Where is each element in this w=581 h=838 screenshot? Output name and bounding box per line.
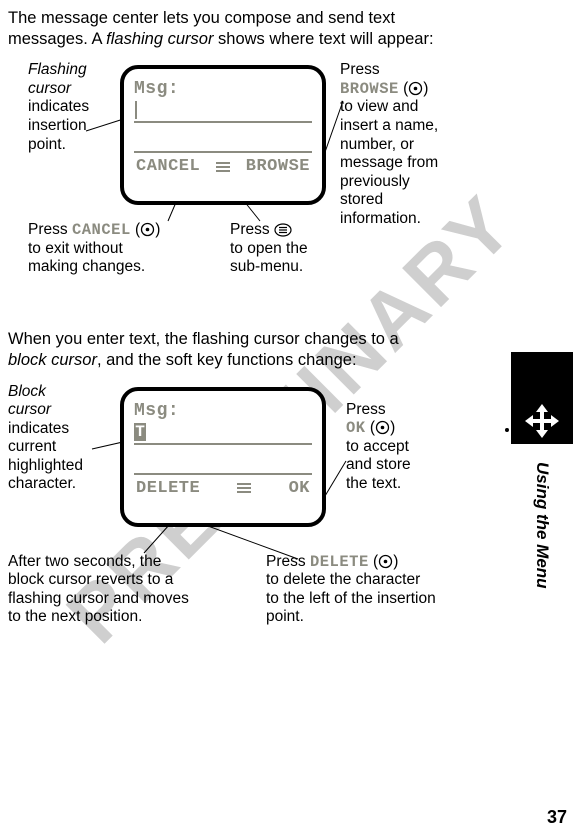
t: After two seconds, the <box>8 553 161 570</box>
callout-flashing-cursor: Flashing cursor indicates insertion poin… <box>28 61 118 154</box>
target-key-icon <box>378 554 393 569</box>
menu-icon[interactable] <box>237 483 251 493</box>
block-cursor-term: block cursor <box>8 351 97 369</box>
t: message from <box>340 154 438 171</box>
t: to the next position. <box>8 608 142 625</box>
t: making changes. <box>28 258 145 275</box>
callout-revert: After two seconds, the block cursor reve… <box>8 553 228 627</box>
t: block cursor reverts to a <box>8 571 173 588</box>
phone-screen-1: Msg: CANCEL BROWSE <box>120 65 326 205</box>
t: ) <box>423 80 428 97</box>
callout-delete: Press DELETE () to delete the character … <box>266 553 476 627</box>
t: character. <box>8 475 76 492</box>
dot-row-icon <box>505 428 533 432</box>
flashing-cursor-icon <box>135 101 137 119</box>
t: insertion <box>28 117 87 134</box>
page-number: 37 <box>547 807 567 828</box>
t: to view and <box>340 98 418 115</box>
target-key-icon <box>140 222 155 237</box>
callout-menu: Press to open the sub-menu. <box>230 221 370 277</box>
block-cursor-icon: T <box>134 423 146 441</box>
intro-text-2: messages. A <box>8 30 106 48</box>
t: number, or <box>340 136 414 153</box>
t: to accept <box>346 438 409 455</box>
t: point. <box>266 608 304 625</box>
t: Press <box>230 221 274 238</box>
t: When you enter text, the flashing cursor… <box>8 330 399 348</box>
t: DELETE <box>310 553 369 571</box>
callout-cancel: Press CANCEL () to exit without making c… <box>28 221 228 277</box>
t: Block <box>8 383 46 400</box>
t: ) <box>393 553 398 570</box>
callout-ok: Press OK () to accept and store the text… <box>346 401 466 494</box>
flashing-cursor-term: flashing cursor <box>106 30 213 48</box>
t: Press <box>266 553 310 570</box>
msg-label: Msg: <box>134 79 312 99</box>
t: , and the soft key functions change: <box>97 351 357 369</box>
screen-divider <box>134 473 312 475</box>
t: ) <box>155 221 160 238</box>
phone-screen-2: Msg: T DELETE OK <box>120 387 326 527</box>
t: previously <box>340 173 410 190</box>
t: BROWSE <box>340 80 399 98</box>
t: to delete the character <box>266 571 420 588</box>
t: Flashing <box>28 61 87 78</box>
t: to open the <box>230 240 308 257</box>
side-tab: Using the Menu <box>511 352 573 589</box>
t: CANCEL <box>72 221 131 239</box>
callout-block-cursor: Block cursor indicates current highlight… <box>8 383 108 495</box>
target-key-icon <box>375 420 390 435</box>
t: Press <box>28 221 72 238</box>
t: point. <box>28 136 66 153</box>
t: to exit without <box>28 240 123 257</box>
intro-text: The message center lets you compose and … <box>8 9 395 27</box>
menu-key-icon <box>274 223 292 237</box>
menu-icon[interactable] <box>216 162 230 172</box>
text-input-line[interactable]: T <box>134 423 312 445</box>
diagram-2: Msg: T DELETE OK Block cursor indicates … <box>8 383 468 643</box>
t: flashing cursor and moves <box>8 590 189 607</box>
t: stored <box>340 191 383 208</box>
target-key-icon <box>408 81 423 96</box>
t: cursor <box>8 401 51 418</box>
t: ( <box>399 80 408 97</box>
t: cursor <box>28 80 71 97</box>
t: current <box>8 438 56 455</box>
screen-divider <box>134 151 312 153</box>
msg-label: Msg: <box>134 401 312 421</box>
t: ( <box>369 553 378 570</box>
softkey-row: CANCEL BROWSE <box>134 157 312 178</box>
right-softkey-ok[interactable]: OK <box>289 479 310 498</box>
intro-paragraph: The message center lets you compose and … <box>8 8 470 49</box>
t: sub-menu. <box>230 258 303 275</box>
diagram-1: Msg: CANCEL BROWSE Flashing cursor indic… <box>8 61 468 311</box>
callout-browse: Press BROWSE () to view and insert a nam… <box>340 61 470 228</box>
mid-paragraph: When you enter text, the flashing cursor… <box>8 329 470 370</box>
softkey-row: DELETE OK <box>134 479 312 500</box>
t: and store <box>346 456 411 473</box>
t: ( <box>131 221 140 238</box>
t: indicates <box>8 420 69 437</box>
move-arrows-icon <box>525 404 559 438</box>
intro-text-3: shows where text will appear: <box>213 30 433 48</box>
t: the text. <box>346 475 401 492</box>
t: indicates <box>28 98 89 115</box>
t: Press <box>346 401 386 418</box>
page-content: The message center lets you compose and … <box>0 0 470 643</box>
t: Press <box>340 61 380 78</box>
t: ( <box>366 419 375 436</box>
t: OK <box>346 419 366 437</box>
text-input-line[interactable] <box>134 101 312 123</box>
section-title: Using the Menu <box>532 462 552 589</box>
left-softkey-cancel[interactable]: CANCEL <box>136 157 200 176</box>
t: insert a name, <box>340 117 438 134</box>
t: highlighted <box>8 457 83 474</box>
t: ) <box>390 419 395 436</box>
t: to the left of the insertion <box>266 590 436 607</box>
right-softkey-browse[interactable]: BROWSE <box>246 157 310 176</box>
left-softkey-delete[interactable]: DELETE <box>136 479 200 498</box>
